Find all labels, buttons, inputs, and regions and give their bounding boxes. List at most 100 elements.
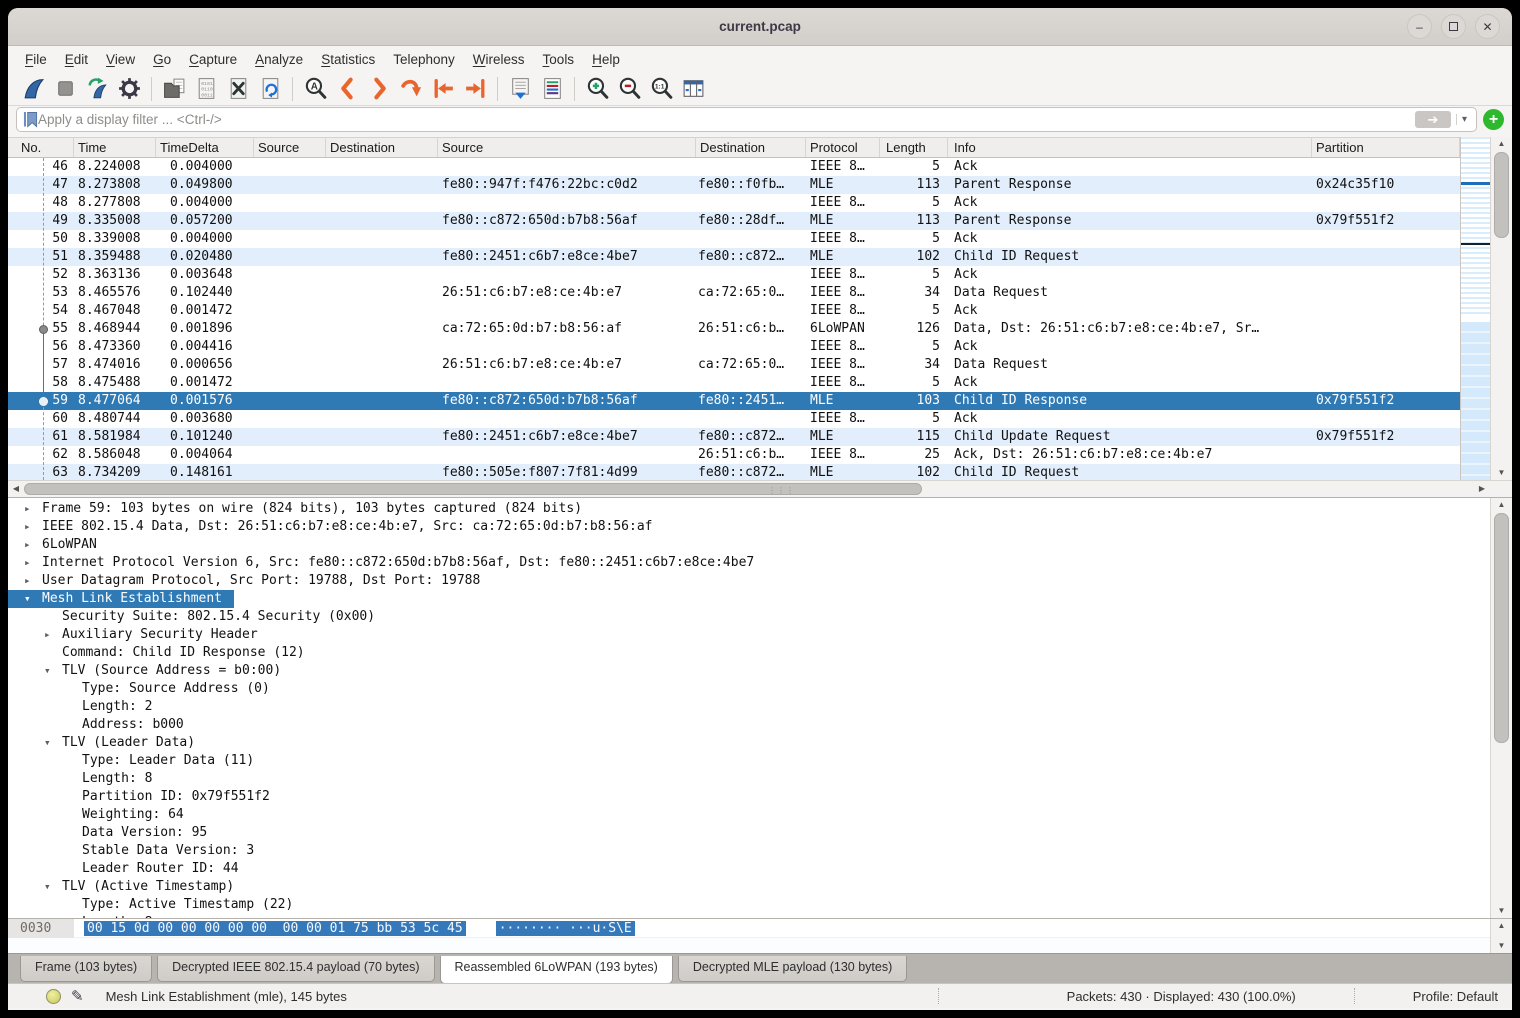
go-last-button[interactable] <box>460 74 490 104</box>
expanded-arrow-icon[interactable]: ▾ <box>40 662 62 680</box>
packet-row-46[interactable]: 468.2240080.004000IEEE 8…5Ack <box>8 158 1460 176</box>
detail-row[interactable]: ▾TLV (Active Timestamp) <box>8 878 1490 896</box>
column-header-delta[interactable]: TimeDelta <box>156 138 254 157</box>
go-first-button[interactable] <box>428 74 458 104</box>
detail-row[interactable]: ▾TLV (Source Address = b0:00) <box>8 662 1490 680</box>
apply-filter-button[interactable]: ➔ <box>1415 111 1451 128</box>
menu-file[interactable]: File <box>16 49 56 70</box>
filter-dropdown-caret[interactable]: ▾ <box>1456 114 1472 125</box>
packet-row-56[interactable]: 568.4733600.004416IEEE 8…5Ack <box>8 338 1460 356</box>
scrollbar-thumb[interactable] <box>1494 513 1509 743</box>
reload-button[interactable] <box>255 74 285 104</box>
detail-row[interactable]: ▾TLV (Leader Data) <box>8 734 1490 752</box>
column-header-len[interactable]: Length <box>880 138 948 157</box>
menu-tools[interactable]: Tools <box>534 49 584 70</box>
collapsed-arrow-icon[interactable]: ▸ <box>20 500 42 518</box>
scroll-up-arrow[interactable]: ▲ <box>1491 498 1512 512</box>
menu-capture[interactable]: Capture <box>180 49 246 70</box>
menu-telephony[interactable]: Telephony <box>384 49 464 70</box>
scroll-down-arrow[interactable]: ▼ <box>1491 466 1512 480</box>
packet-row-54[interactable]: 548.4670480.001472IEEE 8…5Ack <box>8 302 1460 320</box>
menu-go[interactable]: Go <box>144 49 180 70</box>
detail-row[interactable]: Data Version: 95 <box>8 824 1490 842</box>
file-close-button[interactable] <box>223 74 253 104</box>
add-filter-button[interactable]: + <box>1483 109 1504 130</box>
detail-row[interactable]: Length: 2 <box>8 698 1490 716</box>
detail-row[interactable]: Type: Source Address (0) <box>8 680 1490 698</box>
zoom-original-button[interactable]: 1:1 <box>646 74 676 104</box>
packet-row-62[interactable]: 628.5860480.00406426:51:c6:b…IEEE 8…25Ac… <box>8 446 1460 464</box>
column-header-src2[interactable]: Source <box>438 138 696 157</box>
details-vscrollbar[interactable]: ▲ ▼ <box>1490 498 1512 918</box>
packet-row-53[interactable]: 538.4655760.10244026:51:c6:b7:e8:ce:4b:e… <box>8 284 1460 302</box>
column-header-dst[interactable]: Destination <box>326 138 438 157</box>
capture-comment-icon[interactable]: ✎ <box>71 987 84 1005</box>
scroll-down-arrow[interactable]: ▼ <box>1491 939 1512 953</box>
zoom-in-button[interactable] <box>582 74 612 104</box>
hex-ascii-selected[interactable]: ········ ···u·S\E <box>496 921 635 936</box>
packet-row-52[interactable]: 528.3631360.003648IEEE 8…5Ack <box>8 266 1460 284</box>
scroll-down-arrow[interactable]: ▼ <box>1491 904 1512 918</box>
display-filter-input[interactable] <box>38 112 1415 127</box>
capture-start-button[interactable] <box>18 74 48 104</box>
packet-row-47[interactable]: 478.2738080.049800fe80::947f:f476:22bc:c… <box>8 176 1460 194</box>
hex-row[interactable]: 0030 00 15 0d 00 00 00 00 00 00 00 01 75… <box>8 919 1490 938</box>
packet-row-58[interactable]: 588.4754880.001472IEEE 8…5Ack <box>8 374 1460 392</box>
expanded-arrow-icon[interactable]: ▾ <box>20 590 42 608</box>
scroll-up-arrow[interactable]: ▲ <box>1491 919 1512 933</box>
byte-view-tab-3[interactable]: Decrypted MLE payload (130 bytes) <box>678 956 907 982</box>
detail-row[interactable]: Type: Leader Data (11) <box>8 752 1490 770</box>
menu-statistics[interactable]: Statistics <box>312 49 384 70</box>
collapsed-arrow-icon[interactable]: ▸ <box>20 536 42 554</box>
bytes-vscrollbar[interactable]: ▲ ▼ <box>1490 919 1512 953</box>
capture-stop-button[interactable] <box>50 74 80 104</box>
detail-row[interactable]: Address: b000 <box>8 716 1490 734</box>
column-header-proto[interactable]: Protocol <box>806 138 880 157</box>
maximize-button[interactable] <box>1441 14 1466 39</box>
packet-row-49[interactable]: 498.3350080.057200fe80::c872:650d:b7b8:5… <box>8 212 1460 230</box>
detail-row[interactable]: ▸User Datagram Protocol, Src Port: 19788… <box>8 572 1490 590</box>
titlebar[interactable]: current.pcap – ✕ <box>8 8 1512 46</box>
column-header-src[interactable]: Source <box>254 138 326 157</box>
go-previous-button[interactable] <box>332 74 362 104</box>
bookmark-icon[interactable] <box>23 111 38 128</box>
packet-row-51[interactable]: 518.3594880.020480fe80::2451:c6b7:e8ce:4… <box>8 248 1460 266</box>
column-header-time[interactable]: Time <box>74 138 156 157</box>
packet-row-50[interactable]: 508.3390080.004000IEEE 8…5Ack <box>8 230 1460 248</box>
packet-row-60[interactable]: 608.4807440.003680IEEE 8…5Ack <box>8 410 1460 428</box>
detail-row[interactable]: Weighting: 64 <box>8 806 1490 824</box>
minimize-button[interactable]: – <box>1407 14 1432 39</box>
colorize-button[interactable] <box>537 74 567 104</box>
close-button[interactable]: ✕ <box>1475 14 1500 39</box>
packet-list-hscrollbar[interactable]: ◀ ▶ ⋮⋮⋮ <box>8 480 1512 497</box>
byte-view-tab-0[interactable]: Frame (103 bytes) <box>20 956 152 982</box>
column-header-dst2[interactable]: Destination <box>696 138 806 157</box>
collapsed-arrow-icon[interactable]: ▸ <box>20 572 42 590</box>
menu-help[interactable]: Help <box>583 49 629 70</box>
detail-row[interactable]: Length: 8 <box>8 770 1490 788</box>
packet-row-61[interactable]: 618.5819840.101240fe80::2451:c6b7:e8ce:4… <box>8 428 1460 446</box>
zoom-out-button[interactable] <box>614 74 644 104</box>
go-next-button[interactable] <box>364 74 394 104</box>
byte-view-tab-1[interactable]: Decrypted IEEE 802.15.4 payload (70 byte… <box>157 956 434 982</box>
scrollbar-thumb[interactable] <box>1494 152 1509 238</box>
column-header-info[interactable]: Info <box>948 138 1312 157</box>
packet-row-57[interactable]: 578.4740160.00065626:51:c6:b7:e8:ce:4b:e… <box>8 356 1460 374</box>
expanded-arrow-icon[interactable]: ▾ <box>40 878 62 896</box>
go-jump-button[interactable] <box>396 74 426 104</box>
detail-row[interactable]: Leader Router ID: 44 <box>8 860 1490 878</box>
detail-row[interactable]: ▸Frame 59: 103 bytes on wire (824 bits),… <box>8 500 1490 518</box>
scroll-left-arrow[interactable]: ◀ <box>8 481 24 497</box>
packet-row-55[interactable]: 558.4689440.001896ca:72:65:0d:b7:b8:56:a… <box>8 320 1460 338</box>
collapsed-arrow-icon[interactable]: ▸ <box>40 626 62 644</box>
detail-row[interactable]: ▸Internet Protocol Version 6, Src: fe80:… <box>8 554 1490 572</box>
menu-edit[interactable]: Edit <box>56 49 97 70</box>
collapsed-arrow-icon[interactable]: ▸ <box>20 518 42 536</box>
file-save-button[interactable]: 010101100011 <box>191 74 221 104</box>
scroll-up-arrow[interactable]: ▲ <box>1491 137 1512 151</box>
intelligent-scrollbar-minimap[interactable] <box>1460 137 1490 480</box>
find-packet-button[interactable]: A <box>300 74 330 104</box>
menu-wireless[interactable]: Wireless <box>464 49 534 70</box>
menu-analyze[interactable]: Analyze <box>246 49 312 70</box>
status-profile[interactable]: Profile: Default <box>1373 989 1498 1004</box>
